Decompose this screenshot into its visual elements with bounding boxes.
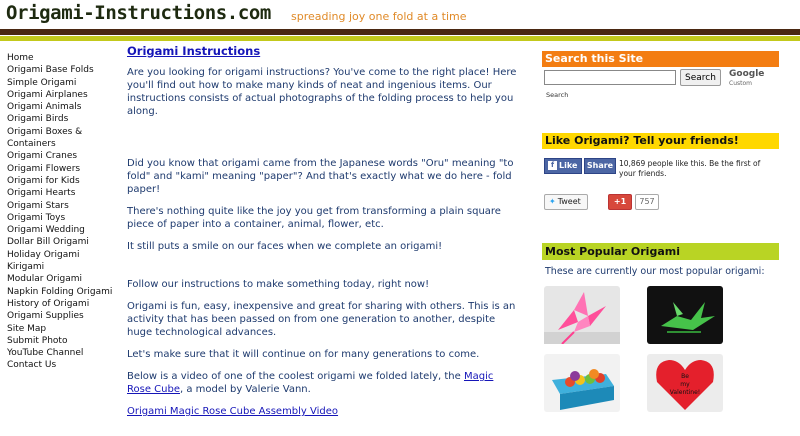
nav-link[interactable]: Origami Cranes: [7, 150, 119, 162]
nav-link[interactable]: Origami for Kids: [7, 175, 119, 187]
google-custom-label: Custom: [729, 80, 752, 87]
heart-text-1: Be: [681, 373, 689, 380]
left-navigation: Home Origami Base Folds Simple Origami Orig…: [7, 52, 119, 372]
twitter-bird-icon: ✦: [549, 197, 556, 206]
origami-heart-thumbnail[interactable]: Be my Valentine!: [647, 354, 723, 412]
search-button[interactable]: Search: [680, 69, 721, 86]
nav-link[interactable]: Origami Wedding: [7, 224, 119, 236]
nav-link[interactable]: History of Origami: [7, 298, 119, 310]
nav-link[interactable]: Modular Origami: [7, 273, 119, 285]
nav-link[interactable]: Origami Stars: [7, 200, 119, 212]
search-row: Search Google Custom: [542, 67, 779, 93]
origami-lily-thumbnail[interactable]: [544, 286, 620, 345]
tweet-label: Tweet: [557, 197, 581, 206]
nav-link[interactable]: Site Map: [7, 323, 119, 335]
nav-link[interactable]: Napkin Folding Origami: [7, 286, 119, 298]
popular-description: These are currently our most popular ori…: [545, 266, 765, 277]
header-brown-bar: [0, 29, 800, 35]
smile-paragraph: It still puts a smile on our faces when …: [127, 241, 443, 252]
video-intro-paragraph: Below is a video of one of the coolest o…: [127, 370, 520, 396]
social-share-row: ✦ Tweet +1 757: [542, 192, 779, 214]
heart-text-2: my: [680, 381, 690, 388]
video-intro-text: Below is a video of one of the coolest o…: [127, 371, 464, 382]
etymology-paragraph: Did you know that origami came from the …: [127, 158, 514, 195]
fun-paragraph: Origami is fun, easy, inexpensive and gr…: [127, 301, 516, 338]
search-input[interactable]: [544, 70, 676, 85]
nav-link[interactable]: Origami Base Folds: [7, 64, 119, 76]
nav-link[interactable]: Origami Toys: [7, 212, 119, 224]
page-title[interactable]: Origami Instructions: [127, 45, 520, 58]
facebook-like-count: 10,869 people like this. Be the first of…: [619, 159, 761, 178]
nav-link[interactable]: Origami Supplies: [7, 310, 119, 322]
tweet-button[interactable]: ✦ Tweet: [544, 194, 588, 210]
nav-link[interactable]: Origami Hearts: [7, 187, 119, 199]
popular-heading: Most Popular Origami: [542, 243, 779, 260]
video-link[interactable]: Origami Magic Rose Cube Assembly Video: [127, 405, 520, 418]
site-title[interactable]: Origami-Instructions.com: [6, 2, 271, 24]
joy-paragraph: There's nothing quite like the joy you g…: [127, 206, 501, 230]
google-plus-button[interactable]: +1: [608, 194, 632, 210]
friends-heading: Like Origami? Tell your friends!: [542, 133, 779, 149]
header-green-bar: [0, 36, 800, 41]
google-plus-label: +1: [613, 197, 627, 206]
site-tagline: spreading joy one fold at a time: [291, 10, 467, 23]
nav-link[interactable]: Simple Origami: [7, 77, 119, 89]
right-sidebar: Search this Site Search Google Custom Se…: [542, 51, 779, 416]
nav-link[interactable]: Submit Photo: [7, 335, 119, 347]
google-logo: Google: [729, 69, 765, 79]
heart-text-3: Valentine!: [670, 389, 700, 396]
nav-link[interactable]: Origami Flowers: [7, 163, 119, 175]
facebook-like-row: f Like Share 10,869 people like this. Be …: [542, 155, 779, 189]
follow-paragraph: Follow our instructions to make somethin…: [127, 279, 430, 290]
video-intro-credit: , a model by Valerie Vann.: [179, 384, 311, 395]
nav-link[interactable]: Home: [7, 52, 119, 64]
origami-dragon-thumbnail[interactable]: [647, 286, 723, 344]
main-content: Origami Instructions Are you looking for…: [127, 45, 520, 418]
nav-link[interactable]: Dollar Bill Origami: [7, 236, 119, 248]
intro-paragraph: Are you looking for origami instructions…: [127, 67, 517, 117]
facebook-share-button[interactable]: Share: [584, 158, 616, 174]
nav-link[interactable]: Holiday Origami: [7, 249, 119, 261]
nav-link[interactable]: YouTube Channel: [7, 347, 119, 359]
origami-box-thumbnail[interactable]: [544, 354, 620, 412]
nav-link[interactable]: Kirigami: [7, 261, 119, 273]
nav-link[interactable]: Origami Airplanes: [7, 89, 119, 101]
popular-grid: Be my Valentine!: [542, 281, 779, 416]
generations-paragraph: Let's make sure that it will continue on…: [127, 349, 480, 360]
like-label: Like: [559, 161, 578, 170]
nav-link[interactable]: Containers: [7, 138, 119, 150]
google-plus-count: 757: [635, 194, 659, 210]
facebook-f-icon: f: [548, 161, 557, 170]
nav-link[interactable]: Origami Animals: [7, 101, 119, 113]
nav-link[interactable]: Contact Us: [7, 359, 119, 371]
facebook-like-button[interactable]: f Like: [544, 158, 582, 174]
nav-link[interactable]: Origami Birds: [7, 113, 119, 125]
search-heading: Search this Site: [542, 51, 779, 67]
nav-link[interactable]: Origami Boxes &: [7, 126, 119, 138]
